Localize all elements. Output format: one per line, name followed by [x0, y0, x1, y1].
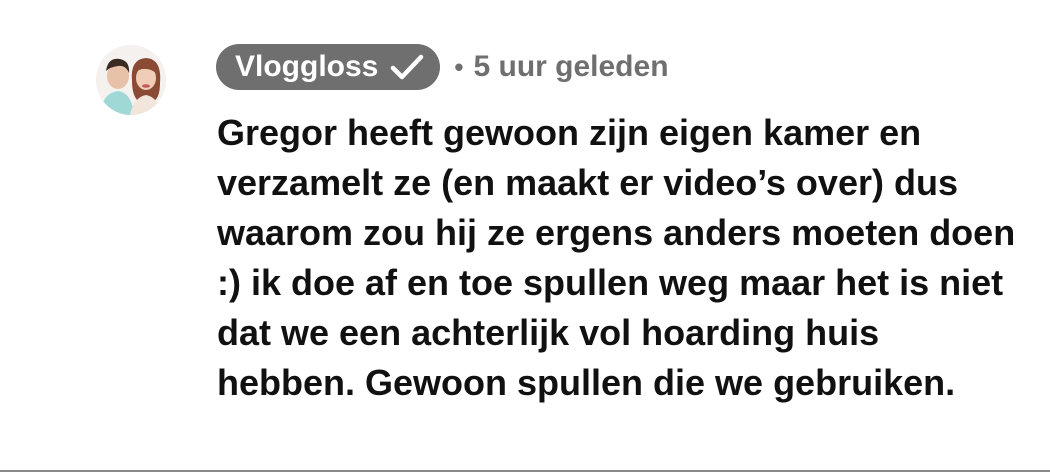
- comment-header: Vloggloss • 5 uur geleden: [216, 43, 669, 91]
- avatar-image: [96, 45, 166, 115]
- divider: [0, 470, 1050, 472]
- comment-timestamp[interactable]: 5 uur geleden: [473, 50, 668, 84]
- checkmark-icon: [390, 52, 424, 82]
- author-name: Vloggloss: [235, 50, 379, 83]
- author-badge[interactable]: Vloggloss: [216, 44, 441, 90]
- meta-separator: •: [454, 51, 464, 82]
- comment-text: Gregor heeft gewoon zijn eigen kamer en …: [217, 112, 1016, 403]
- avatar[interactable]: [96, 45, 166, 115]
- comment-item: Vloggloss • 5 uur geleden Gregor heeft g…: [0, 0, 1050, 475]
